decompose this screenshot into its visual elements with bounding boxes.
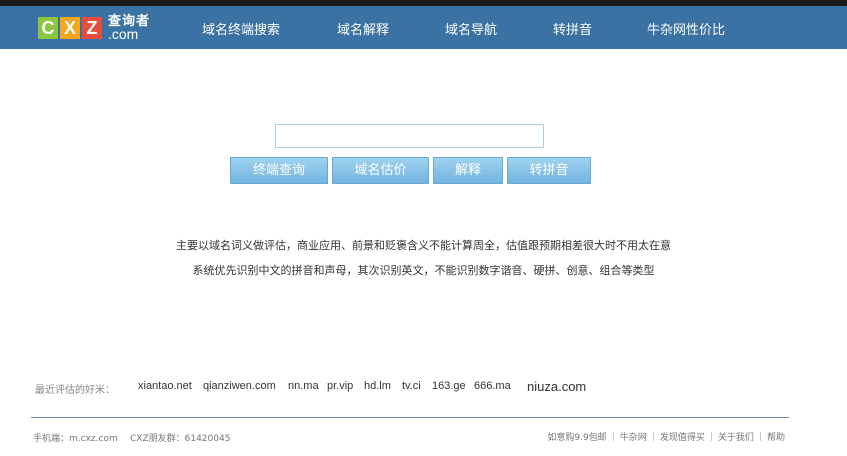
footer-mobile-link[interactable]: 手机端：m.cxz.com [33, 431, 118, 444]
nav-item-domain-navigation[interactable]: 域名导航 [445, 19, 497, 38]
domain-search-input[interactable] [275, 124, 544, 148]
recent-domain-link[interactable]: tv.ci [402, 380, 421, 392]
domain-estimate-button[interactable]: 域名估价 [332, 157, 429, 184]
footer-link-about[interactable]: 关于我们 [718, 430, 754, 443]
footer-link-niuza[interactable]: 牛杂网 [620, 430, 647, 443]
footer-separator: | [758, 431, 762, 442]
logo-letter-z: Z [82, 17, 102, 39]
logo-text-com: .com [108, 26, 139, 42]
footer-divider [31, 417, 789, 418]
recent-domain-link[interactable]: hd.lm [364, 380, 391, 392]
recent-label: 最近评估的好米： [35, 385, 115, 396]
footer-separator: | [611, 431, 615, 442]
footer-link-help[interactable]: 帮助 [767, 430, 785, 443]
nav-item-domain-explain[interactable]: 域名解释 [337, 19, 389, 38]
nav-item-terminal-search[interactable]: 域名终端搜索 [202, 19, 280, 38]
explain-button[interactable]: 解释 [433, 157, 503, 184]
footer-link-worth-buying[interactable]: 发现值得买 [660, 430, 705, 443]
nav-item-pinyin[interactable]: 转拼音 [553, 19, 592, 38]
recent-domain-link[interactable]: 666.ma [474, 380, 511, 392]
footer-link-ruyigou[interactable]: 如意购9.9包邮 [547, 430, 606, 443]
recent-domain-link[interactable]: qianziwen.com [203, 380, 276, 392]
recent-domain-link[interactable]: 163.ge [432, 380, 466, 392]
footer-links: 如意购9.9包邮 | 牛杂网 | 发现值得买 | 关于我们 | 帮助 [547, 430, 785, 444]
recent-domain-link[interactable]: xiantao.net [138, 380, 192, 392]
recent-domain-link[interactable]: nn.ma [288, 380, 319, 392]
recent-domain-link[interactable]: pr.vip [327, 380, 353, 392]
logo-text: 查询者 .com [108, 15, 150, 41]
footer-qq-group: CXZ朋友群：61420045 [130, 434, 231, 444]
logo-letter-c: C [38, 17, 58, 39]
pinyin-button[interactable]: 转拼音 [507, 157, 591, 184]
description-line-2: 系统优先识别中文的拼音和声母，其次识别英文，不能识别数字谐音、硬拼、创意、组合等… [192, 264, 655, 277]
terminal-query-button[interactable]: 终端查询 [230, 157, 328, 184]
description-line-1: 主要以域名词义做评估，商业应用、前景和贬褒含义不能计算周全，估值跟预期相差很大时… [176, 239, 671, 252]
footer-separator: | [651, 431, 655, 442]
logo-letter-x: X [60, 17, 80, 39]
recent-domain-link[interactable]: niuza.com [527, 379, 586, 394]
nav-item-niuza-value[interactable]: 牛杂网性价比 [647, 19, 725, 38]
top-nav-bar: C X Z 查询者 .com 域名终端搜索 域名解释 域名导航 转拼音 牛杂网性… [0, 6, 847, 49]
footer-separator: | [709, 431, 713, 442]
site-logo[interactable]: C X Z 查询者 .com [38, 12, 150, 44]
